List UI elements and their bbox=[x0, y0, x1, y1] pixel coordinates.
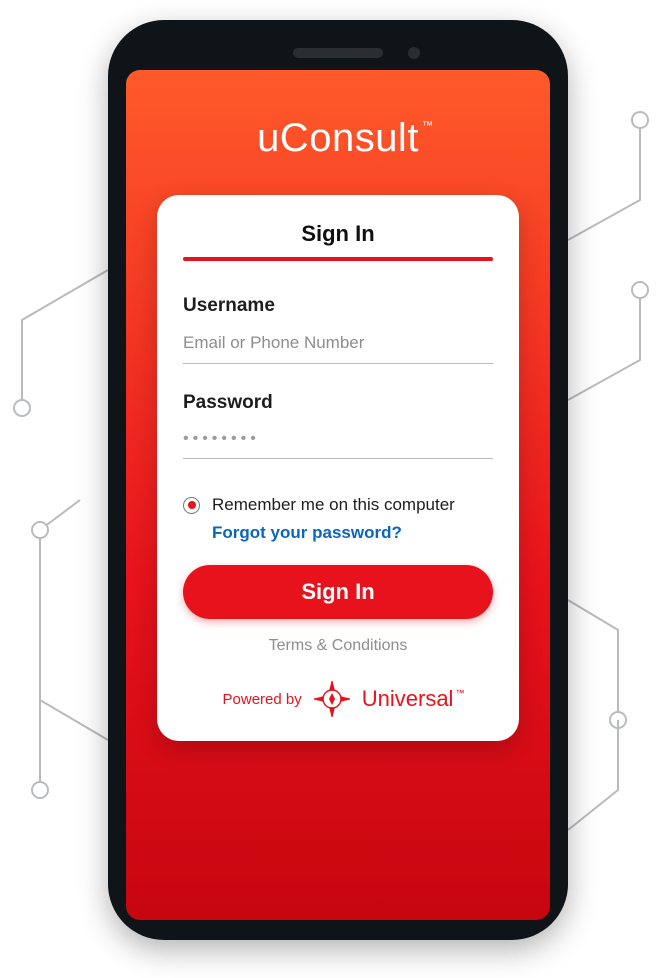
password-label: Password bbox=[183, 392, 493, 414]
signin-button[interactable]: Sign In bbox=[183, 565, 493, 619]
brand-tm: ™ bbox=[422, 120, 433, 132]
username-field-group: Username bbox=[183, 295, 493, 364]
brand-name: uConsult bbox=[257, 116, 419, 160]
app-screen: uConsult™ Sign In Username Password ••••… bbox=[126, 70, 550, 920]
phone-camera bbox=[408, 47, 420, 59]
remember-row[interactable]: Remember me on this computer bbox=[183, 495, 493, 515]
password-input[interactable]: •••••••• bbox=[183, 424, 493, 459]
powered-by-row: Powered by bbox=[183, 679, 493, 719]
compass-icon bbox=[312, 679, 352, 719]
forgot-password-link[interactable]: Forgot your password? bbox=[212, 523, 493, 543]
terms-link[interactable]: Terms & Conditions bbox=[183, 637, 493, 655]
app-brand: uConsult™ bbox=[257, 116, 419, 161]
title-underline bbox=[183, 257, 493, 261]
card-title: Sign In bbox=[183, 221, 493, 257]
username-label: Username bbox=[183, 295, 493, 317]
username-input[interactable] bbox=[183, 327, 493, 364]
signin-card: Sign In Username Password •••••••• Remem… bbox=[157, 195, 519, 741]
powered-by-label: Powered by bbox=[223, 691, 302, 708]
remember-radio[interactable] bbox=[183, 497, 200, 514]
remember-label: Remember me on this computer bbox=[212, 495, 455, 515]
powered-brand: Universal™ bbox=[362, 686, 454, 712]
phone-frame: uConsult™ Sign In Username Password ••••… bbox=[108, 20, 568, 940]
phone-speaker bbox=[293, 48, 383, 58]
password-field-group: Password •••••••• bbox=[183, 392, 493, 459]
